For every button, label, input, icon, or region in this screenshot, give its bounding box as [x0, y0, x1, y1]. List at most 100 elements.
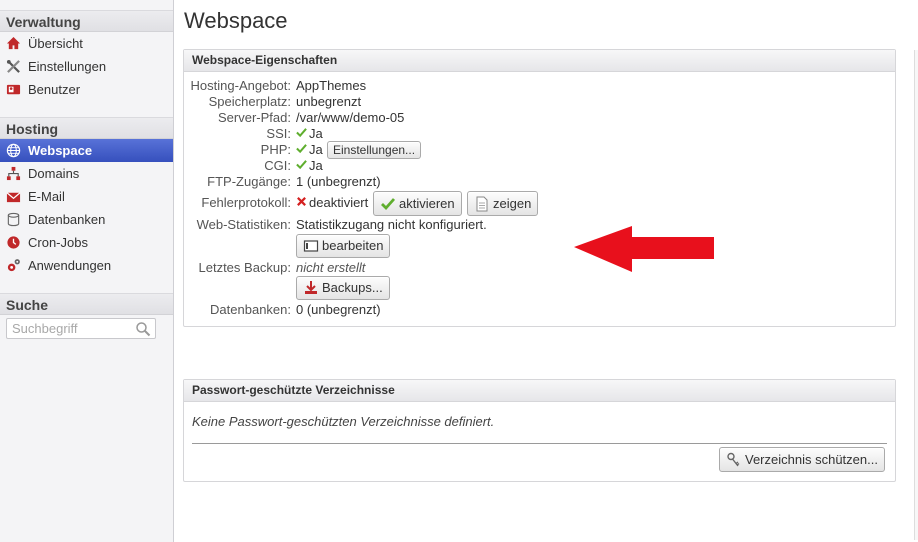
backups-button[interactable]: Backups...	[296, 276, 390, 300]
row-server-pfad: Server-Pfad: /var/www/demo-05	[184, 110, 897, 126]
webspace-properties-panel: Webspace-Eigenschaften Hosting-Angebot: …	[183, 49, 896, 327]
field-value-wrap: Ja	[296, 158, 323, 174]
field-label: Speicherplatz:	[208, 94, 291, 109]
field-value: AppThemes	[296, 78, 367, 93]
check-icon	[296, 144, 307, 154]
button-label: aktivieren	[399, 196, 455, 211]
sidebar-item-anwendungen[interactable]: Anwendungen	[0, 254, 173, 277]
gears-icon	[7, 259, 20, 272]
sidebar-item-label: Anwendungen	[28, 258, 112, 273]
section-title-hosting: Hosting	[0, 117, 173, 139]
field-label: CGI:	[264, 158, 291, 173]
sidebar-item-label: E-Mail	[28, 189, 65, 204]
field-label: Letztes Backup:	[198, 260, 292, 275]
field-label: Hosting-Angebot:	[190, 78, 291, 93]
row-php: PHP: Ja Einstellungen...	[184, 141, 897, 159]
field-label: Server-Pfad:	[218, 110, 291, 125]
field-value: Statistikzugang nicht konfiguriert.	[296, 217, 487, 232]
protected-directories-panel: Passwort-geschützte Verzeichnisse Keine …	[183, 379, 896, 482]
row-cgi: CGI: Ja	[184, 158, 897, 174]
field-value: 0 (unbegrenzt)	[296, 302, 381, 317]
row-datenbanken: Datenbanken: 0 (unbegrenzt)	[184, 302, 897, 318]
field-value-wrap: Ja	[296, 142, 323, 158]
aktivieren-button[interactable]: aktivieren	[373, 191, 462, 216]
sitemap-icon	[6, 166, 21, 181]
row-speicherplatz: Speicherplatz: unbegrenzt	[184, 94, 897, 110]
button-label: Verzeichnis schützen...	[745, 452, 878, 467]
sidebar-item-email[interactable]: E-Mail	[0, 185, 173, 208]
check-icon	[296, 160, 307, 170]
search-box	[6, 318, 156, 339]
row-ftp-zugaenge: FTP-Zugänge: 1 (unbegrenzt)	[184, 174, 897, 190]
button-label: Backups...	[322, 280, 383, 295]
panel-title: Webspace-Eigenschaften	[184, 50, 895, 72]
edit-window-icon	[303, 239, 319, 252]
field-value: deaktiviert	[309, 195, 369, 210]
scrollbar-edge	[914, 50, 918, 540]
sidebar-item-cronjobs[interactable]: Cron-Jobs	[0, 231, 173, 254]
zeigen-button[interactable]: zeigen	[467, 191, 539, 216]
sidebar-item-benutzer[interactable]: Benutzer	[0, 78, 173, 101]
bearbeiten-button[interactable]: bearbeiten	[296, 234, 391, 258]
field-label: SSI:	[266, 126, 291, 141]
error-x-icon	[297, 197, 306, 207]
field-value-wrap: Ja	[296, 126, 323, 142]
sidebar-item-uebersicht[interactable]: Übersicht	[0, 32, 173, 55]
empty-state-text: Keine Passwort-geschützten Verzeichnisse…	[192, 414, 495, 429]
field-label: Fehlerprotokoll:	[201, 195, 291, 210]
field-value-wrap: nicht erstellt	[296, 260, 365, 276]
button-label: bearbeiten	[322, 238, 384, 253]
field-label: PHP:	[260, 142, 291, 157]
download-icon	[305, 280, 317, 294]
field-label: Datenbanken:	[210, 302, 291, 317]
sidebar-item-label: Domains	[28, 166, 80, 181]
field-label: Web-Statistiken:	[196, 217, 291, 232]
page-title: Webspace	[184, 8, 288, 33]
search-icon[interactable]	[135, 321, 151, 337]
row-ssi: SSI: Ja	[184, 126, 897, 142]
php-settings-button[interactable]: Einstellungen...	[327, 141, 422, 159]
check-icon	[296, 128, 307, 138]
sidebar-item-label: Cron-Jobs	[28, 235, 88, 250]
row-hosting-angebot: Hosting-Angebot: AppThemes	[184, 78, 897, 94]
key-icon	[727, 452, 740, 466]
home-icon	[6, 36, 21, 50]
field-label: FTP-Zugänge:	[207, 174, 291, 189]
row-fehlerprotokoll: Fehlerprotokoll: deaktiviert aktivieren …	[184, 191, 897, 216]
field-value: 1 (unbegrenzt)	[296, 174, 381, 189]
sidebar-item-webspace[interactable]: Webspace	[0, 139, 173, 162]
users-icon	[6, 84, 21, 95]
button-label: zeigen	[493, 196, 532, 211]
globe-icon	[6, 143, 21, 158]
field-value: /var/www/demo-05	[296, 110, 405, 125]
field-value: Ja	[309, 142, 323, 157]
sidebar-item-label: Webspace	[28, 143, 93, 158]
check-icon	[381, 197, 396, 210]
main-content: Webspace Webspace-Eigenschaften Hosting-…	[174, 0, 918, 542]
divider	[192, 443, 887, 444]
sidebar: Verwaltung Übersicht Einstellungen Benut…	[0, 0, 174, 542]
protect-directory-button[interactable]: Verzeichnis schützen...	[719, 447, 885, 472]
section-title-suche: Suche	[0, 293, 173, 315]
field-value: nicht erstellt	[296, 260, 366, 275]
field-value-wrap: deaktiviert	[296, 195, 368, 211]
panel-title: Passwort-geschützte Verzeichnisse	[184, 380, 895, 402]
search-input[interactable]	[7, 319, 131, 338]
database-icon	[7, 212, 20, 227]
clock-icon	[7, 236, 20, 249]
field-value: Ja	[309, 158, 323, 173]
sidebar-item-datenbanken[interactable]: Datenbanken	[0, 208, 173, 231]
field-value: Ja	[309, 126, 323, 141]
annotation-arrow-icon	[574, 226, 714, 272]
sidebar-item-label: Datenbanken	[28, 212, 106, 227]
field-value: unbegrenzt	[296, 94, 362, 109]
sidebar-item-einstellungen[interactable]: Einstellungen	[0, 55, 173, 78]
row-web-statistiken: Web-Statistiken: Statistikzugang nicht k…	[184, 217, 897, 233]
sidebar-item-domains[interactable]: Domains	[0, 162, 173, 185]
sidebar-item-label: Übersicht	[28, 36, 83, 51]
row-letztes-backup: Letztes Backup: nicht erstellt	[184, 260, 897, 276]
sidebar-item-label: Einstellungen	[28, 59, 107, 74]
document-icon	[476, 196, 488, 212]
section-title-verwaltung: Verwaltung	[0, 10, 173, 32]
tools-icon	[6, 59, 20, 73]
